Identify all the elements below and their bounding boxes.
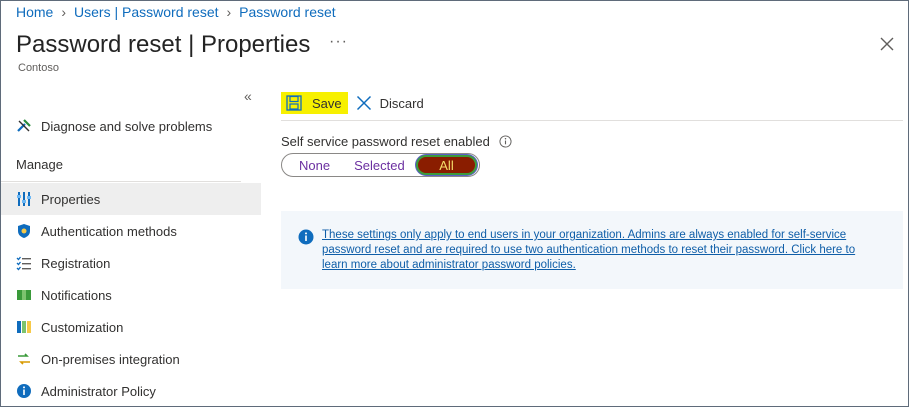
sidebar: « Diagnose and solve problems Manage Pro…	[1, 85, 261, 406]
customization-icon	[16, 319, 32, 335]
sidebar-item-on-premises-integration[interactable]: On-premises integration	[1, 343, 261, 375]
chevron-right-icon: ›	[61, 4, 67, 20]
page-title: Password reset | Properties	[16, 31, 311, 58]
divider	[1, 181, 241, 182]
sidebar-item-registration[interactable]: Registration	[1, 247, 261, 279]
sidebar-item-label: Customization	[41, 319, 124, 335]
shield-icon	[16, 223, 32, 239]
discard-label: Discard	[379, 95, 424, 111]
sync-icon	[16, 351, 32, 367]
info-icon	[16, 383, 32, 399]
sidebar-item-notifications[interactable]: Notifications	[1, 279, 261, 311]
save-icon	[286, 95, 302, 111]
option-all[interactable]: All	[416, 155, 477, 175]
more-options-button[interactable]: ···	[329, 33, 348, 51]
breadcrumb: Home › Users | Password reset › Password…	[16, 4, 336, 20]
discard-button[interactable]: Discard	[356, 92, 424, 114]
sidebar-item-label: Properties	[41, 191, 101, 207]
option-none[interactable]: None	[299, 154, 330, 176]
checklist-icon	[16, 255, 32, 271]
chevron-right-icon: ›	[226, 4, 232, 20]
command-bar: Save Discard	[281, 92, 424, 114]
sidebar-item-label: On-premises integration	[41, 351, 180, 367]
sidebar-item-label: Authentication methods	[41, 223, 177, 239]
breadcrumb-home[interactable]: Home	[16, 4, 53, 20]
sspr-toggle-group: None Selected All	[281, 153, 480, 177]
breadcrumb-users-password-reset[interactable]: Users | Password reset	[74, 4, 218, 20]
sidebar-item-customization[interactable]: Customization	[1, 311, 261, 343]
sidebar-item-authentication-methods[interactable]: Authentication methods	[1, 215, 261, 247]
breadcrumb-password-reset[interactable]: Password reset	[239, 4, 335, 20]
notification-icon	[16, 287, 32, 303]
sidebar-item-label: Diagnose and solve problems	[41, 118, 213, 134]
divider	[281, 120, 903, 121]
collapse-sidebar-button[interactable]: «	[244, 88, 252, 104]
sidebar-item-label: Notifications	[41, 287, 112, 303]
tenant-name: Contoso	[18, 62, 59, 74]
window-frame: Home › Users | Password reset › Password…	[0, 0, 909, 407]
info-icon	[298, 229, 314, 245]
close-icon[interactable]	[877, 34, 897, 54]
sidebar-item-properties[interactable]: Properties	[1, 183, 261, 215]
sidebar-item-administrator-policy[interactable]: Administrator Policy	[1, 375, 261, 406]
info-outline-icon[interactable]	[499, 135, 512, 148]
sidebar-item-label: Registration	[41, 255, 111, 271]
option-selected[interactable]: Selected	[354, 154, 405, 176]
sidebar-item-diagnose[interactable]: Diagnose and solve problems	[1, 110, 261, 142]
save-label: Save	[312, 95, 342, 111]
wrench-icon	[16, 118, 32, 134]
sspr-enabled-label: Self service password reset enabled	[281, 134, 512, 149]
save-button[interactable]: Save	[281, 92, 348, 114]
field-label-text: Self service password reset enabled	[281, 134, 490, 149]
sidebar-item-label: Administrator Policy	[41, 383, 156, 399]
info-banner: These settings only apply to end users i…	[281, 211, 903, 289]
admin-policy-link[interactable]: These settings only apply to end users i…	[322, 228, 882, 273]
close-icon	[356, 95, 371, 111]
properties-icon	[16, 191, 32, 207]
section-label-manage: Manage	[16, 157, 63, 172]
